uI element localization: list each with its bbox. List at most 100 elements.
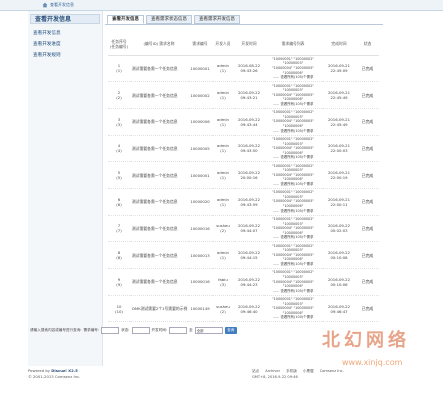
status-select[interactable]: 全部: [194, 326, 223, 334]
end-time-cell: 2016-09-21 22:45:09: [322, 55, 356, 83]
table-row: 9 (9) 测试需要各需一个任务信息 10000016 fabiu (3) 2016-09-…: [108, 268, 379, 296]
task-name-cell[interactable]: 测试需要各需一个任务信息: [130, 55, 188, 83]
status-cell: 已完成: [356, 268, 379, 296]
task-name-cell[interactable]: 测试需要各需一个任务信息: [130, 215, 188, 243]
start-time-cell: 2016-09-22 09:44:15: [234, 241, 264, 269]
start-time-cell: 2016-09-22 09:43:50: [234, 135, 264, 163]
tab-1[interactable]: 查看开发信息: [107, 15, 144, 24]
req-list-cell[interactable]: "10000001" "10000002" "10000003" "1000000…: [264, 161, 322, 189]
task-name-cell[interactable]: 测试需要各需一个任务信息: [130, 135, 188, 163]
developer-cell: admin (1): [212, 81, 234, 109]
task-name-cell[interactable]: 测试需要各需一个任务信息: [130, 81, 188, 109]
developer-cell: admin (1): [212, 188, 234, 216]
sidebar-item-1[interactable]: 查看开发信息: [28, 28, 102, 39]
task-name-cell[interactable]: 测试需要各需一个任务信息: [130, 268, 188, 296]
start-date-input[interactable]: [169, 326, 188, 334]
task-number-cell: 2 (2): [108, 81, 130, 109]
req-code-cell: 10000149: [188, 295, 212, 323]
req-list-cell[interactable]: "10000001" "10000002" "10000003" "1000000…: [264, 188, 322, 216]
req-code-input[interactable]: [101, 326, 120, 334]
task-number-cell: 5 (5): [108, 161, 130, 189]
column-header: 任务序号 (任务编号): [108, 33, 130, 56]
column-header: 完成时间: [322, 33, 356, 56]
end-time-cell: 2016-09-21 22:45:49: [322, 81, 356, 109]
status-cell: 已完成: [356, 81, 379, 109]
end-time-cell: 2016-09-21 22:45:49: [322, 108, 356, 136]
to-label: 至: [189, 327, 193, 332]
table-row: 8 (8) 测试需要各需一个任务信息 10000013 admin (1) 2016-09-…: [108, 241, 379, 269]
developer-cell: fabiu (3): [212, 268, 234, 296]
req-code-label: 需求编号:: [83, 327, 100, 332]
status-label: 状态:: [121, 327, 130, 332]
req-code-cell: 10000016: [188, 268, 212, 296]
status-cell: 已完成: [356, 188, 379, 216]
tab-bar: 查看开发信息 查看需求状态信息 查看需求开发信息: [107, 15, 240, 24]
task-number-cell: 4 (4): [108, 135, 130, 163]
task-number-cell: 1 (1): [108, 55, 130, 83]
table-row: 6 (6) 测试需要各需一个任务信息 10000020 admin (1) 2016-09-…: [108, 188, 379, 216]
footer-left: Powered by Discuz! X2.5 © 2001-2013 Coms…: [28, 368, 80, 380]
req-code-cell: 10000001: [188, 55, 212, 83]
developer-cell: susheu (2): [212, 215, 234, 243]
table-row: 1 (1) 测试需要各需一个任务信息 10000001 admin (1) 2016-08-…: [108, 55, 379, 83]
task-name-cell[interactable]: 测试需要各需一个任务信息: [130, 108, 188, 136]
req-list-cell[interactable]: "10000001" "10000002" "10000003" "1000000…: [264, 81, 322, 109]
status-cell: 已完成: [356, 55, 379, 83]
task-number-cell: 8 (8): [108, 241, 130, 269]
watermark: 北幻网络 www.xinjq.com: [292, 322, 442, 384]
developer-cell: admin (1): [212, 135, 234, 163]
req-code-cell: 10000001: [188, 161, 212, 189]
home-icon[interactable]: [42, 2, 48, 8]
sidebar-item-3[interactable]: 查看开发规则: [28, 50, 102, 61]
tab-3[interactable]: 查看需求开发信息: [194, 15, 240, 24]
task-name-cell[interactable]: 测试需要各需一个任务信息: [130, 161, 188, 189]
req-list-cell[interactable]: "10000001" "10000002" "10000003" "1000000…: [264, 55, 322, 83]
sidebar: 查看开发信息 查看开发信息 查看开发进度 查看开发规则: [28, 11, 103, 366]
search-label: 请输入搜索内容或编号进行查询:: [30, 327, 82, 332]
table-row: 10 (10) DMK测试需要2个1号需要的示例 10000149 susheu (2) 2…: [108, 295, 379, 323]
req-list-cell[interactable]: "10000001" "10000002" "10000003" "1000000…: [264, 108, 322, 136]
status-input[interactable]: [131, 326, 150, 334]
status-cell: 已完成: [356, 215, 379, 243]
brand-link[interactable]: Discuz! X2.5: [51, 368, 78, 373]
search-button[interactable]: 查询: [224, 326, 237, 334]
end-time-cell: 2016-09-22 09:46:47: [322, 295, 356, 323]
status-cell: 已完成: [356, 295, 379, 323]
start-time-cell: 2016-09-22 09:44:23: [234, 268, 264, 296]
table-row: 5 (5) 测试需要各需一个任务信息 10000001 admin (1) 2016-09-…: [108, 161, 379, 189]
task-name-cell[interactable]: 测试需要各需一个任务信息: [130, 188, 188, 216]
req-code-cell: 10000013: [188, 241, 212, 269]
breadcrumb[interactable]: 查看开发信息: [50, 2, 74, 8]
start-time-cell: 2016-09-22 20:00:16: [234, 161, 264, 189]
column-header: 状态: [356, 33, 379, 56]
column-header: 需求编号列表: [264, 33, 322, 56]
search-bar: 请输入搜索内容或编号进行查询: 需求编号: 状态: 开发时间: 至 全部 查询: [30, 325, 280, 335]
task-number-cell: 7 (7): [108, 215, 130, 243]
req-list-cell[interactable]: "10000001" "10000002" "10000003" "1000000…: [264, 241, 322, 269]
developer-cell: admin (1): [212, 161, 234, 189]
sidebar-item-2[interactable]: 查看开发进度: [28, 39, 102, 50]
watermark-url: www.xinjq.com: [342, 358, 403, 367]
developer-cell: admin (1): [212, 241, 234, 269]
top-bar: 查看开发信息: [0, 0, 443, 11]
table-container: 任务序号 (任务编号) (编号ID) 需求名称 需求编号 开发人员 开发时间 需求编号列表…: [105, 24, 383, 323]
start-time-cell: 2016-09-22 09:43:21: [234, 81, 264, 109]
start-time-cell: 2016-09-22 09:43:44: [234, 108, 264, 136]
req-list-cell[interactable]: "10000001" "10000002" "10000003" "1000000…: [264, 135, 322, 163]
main-panel: 查看开发信息 查看需求状态信息 查看需求开发信息 任务序号 (任务编号) (编号ID) …: [105, 13, 383, 365]
task-name-cell[interactable]: DMK测试需要2个1号需要的示例: [130, 295, 188, 323]
table-row: 3 (3) 测试需要各需一个任务信息 10000006 admin (1) 2016-09-…: [108, 108, 379, 136]
start-time-cell: 2016-09-22 09:43:59: [234, 188, 264, 216]
req-list-cell[interactable]: "10000001" "10000002" "10000003" "1000000…: [264, 268, 322, 296]
column-header: 开发人员: [212, 33, 234, 56]
req-list-cell[interactable]: "10000001" "10000002" "10000003" "1000000…: [264, 295, 322, 323]
req-list-cell[interactable]: "10000001" "10000002" "10000003" "1000000…: [264, 215, 322, 243]
start-time-cell: 2016-08-22 09:43:26: [234, 55, 264, 83]
end-time-cell: 2016-09-21 22:00:19: [322, 161, 356, 189]
tab-2[interactable]: 查看需求状态信息: [146, 15, 192, 24]
dev-time-label: 开发时间:: [151, 327, 168, 332]
end-time-cell: 2016-09-22 00:02:03: [322, 215, 356, 243]
task-name-cell[interactable]: 测试需要各需一个任务信息: [130, 241, 188, 269]
task-number-cell: 9 (9): [108, 268, 130, 296]
table-row: 4 (4) 测试需要各需一个任务信息 10000005 admin (1) 2016-09-…: [108, 135, 379, 163]
